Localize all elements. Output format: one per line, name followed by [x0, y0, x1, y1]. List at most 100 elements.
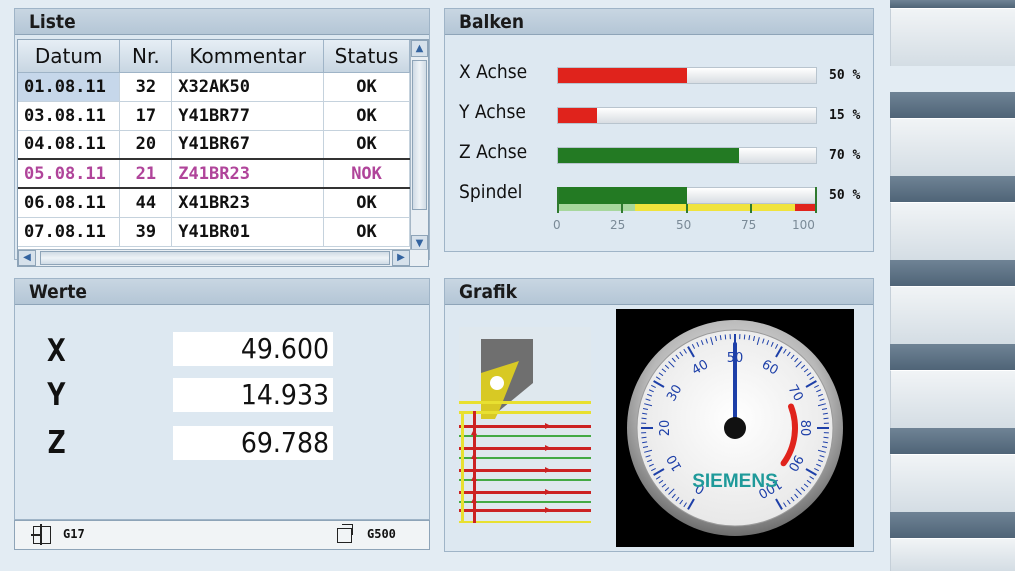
cell-status: OK	[323, 72, 410, 102]
softkey-5[interactable]	[890, 370, 1015, 428]
column-header-datum[interactable]: Datum	[18, 40, 121, 73]
cell-datum: 05.08.11	[18, 158, 121, 189]
cell-nr: 39	[119, 217, 173, 247]
scroll-up-icon[interactable]: ▲	[411, 40, 428, 57]
balken-panel: Balken X Achse 50 % Y Achse 15 % Z Achse…	[444, 8, 874, 252]
cell-status: OK	[323, 101, 410, 131]
bar-label-spindel: Spindel	[459, 181, 523, 203]
softkey-6[interactable]	[890, 454, 1015, 512]
softkey-separator	[890, 176, 1015, 202]
vertical-scroll-thumb[interactable]	[412, 60, 427, 210]
table-row[interactable]: 03.08.11 17 Y41BR77 OK	[18, 101, 410, 131]
plane-selection-icon	[31, 524, 51, 545]
spindel-tick	[557, 187, 559, 213]
gauge-tick	[724, 334, 727, 340]
table-row[interactable]: 01.08.11 32 X32AK50 OK	[18, 72, 410, 102]
bar-track-z-achse	[557, 147, 817, 164]
axis-label-x: X	[47, 333, 66, 369]
gauge-display: 0102030405060708090100 SIEMENS	[616, 309, 854, 547]
bar-track-x-achse	[557, 67, 817, 84]
gauge-tick	[743, 334, 746, 340]
column-header-nr[interactable]: Nr.	[119, 40, 173, 73]
softkey-1[interactable]	[890, 8, 1015, 66]
scroll-left-icon[interactable]: ◀	[18, 250, 36, 266]
werte-title: Werte	[15, 279, 429, 305]
softkey-separator	[890, 512, 1015, 538]
bar-label-x-achse: X Achse	[459, 61, 528, 83]
cell-kommentar: X41BR23	[171, 188, 325, 218]
spindel-tick	[621, 204, 623, 213]
bar-fill-spindel	[557, 187, 687, 204]
gauge-tick	[823, 436, 829, 439]
werte-panel: Werte X 49.600 Y 14.933 Z 69.788	[14, 278, 430, 520]
bar-percent-z-achse: 70 %	[829, 148, 861, 163]
spindel-tick	[750, 204, 752, 213]
balken-title: Balken	[445, 9, 873, 35]
liste-title: Liste	[15, 9, 429, 35]
grafik-panel: Grafik 0 10 20 30 40 60 70 80 90 100 SIE…	[444, 278, 874, 552]
bar-label-y-achse: Y Achse	[459, 101, 526, 123]
gauge-brand-label: SIEMENS	[692, 471, 778, 492]
status-bar: G17 G500	[14, 520, 430, 550]
axis-label-y: Y	[47, 377, 66, 413]
cell-status: OK	[323, 217, 410, 247]
zero-offset-icon	[337, 524, 353, 543]
cell-nr: 44	[119, 188, 173, 218]
bar-fill-z-achse	[558, 148, 739, 163]
scale-label: 0	[553, 218, 561, 232]
value-field-y: 14.933	[173, 378, 333, 412]
cell-kommentar: Y41BR77	[171, 101, 325, 131]
table-row[interactable]: 06.08.11 44 X41BR23 OK	[18, 188, 410, 218]
scale-label: 75	[741, 218, 757, 232]
spindel-zone-green	[557, 204, 635, 211]
horizontal-scrollbar[interactable]: ◀ ▶	[18, 249, 428, 266]
softkey-2[interactable]	[890, 118, 1015, 176]
value-field-x: 49.600	[173, 332, 333, 366]
scale-label: 50	[676, 218, 692, 232]
cell-datum: 07.08.11	[18, 217, 121, 247]
cell-nr: 32	[119, 72, 173, 102]
axis-label-z: Z	[47, 425, 66, 461]
cell-datum: 01.08.11	[18, 72, 121, 102]
gauge-tick	[641, 417, 647, 420]
vertical-scrollbar[interactable]: ▲ ▼	[410, 40, 428, 252]
table-row[interactable]: 04.08.11 20 Y41BR67 OK	[18, 130, 410, 160]
column-header-status[interactable]: Status	[323, 40, 410, 73]
bar-fill-y-achse	[558, 108, 597, 123]
gauge-tick	[823, 417, 829, 420]
gauge-hub	[724, 417, 746, 439]
softkey-3[interactable]	[890, 202, 1015, 260]
softkey-separator	[890, 92, 1015, 118]
gauge-tick-label: 80	[797, 420, 812, 437]
scale-label: 25	[610, 218, 626, 232]
bar-fill-x-achse	[558, 68, 687, 83]
softkey-separator	[890, 428, 1015, 454]
spindel-zone-yellow	[635, 204, 795, 211]
softkey-4[interactable]	[890, 286, 1015, 344]
bar-track-spindel	[557, 187, 817, 213]
liste-table-container: Datum Nr. Kommentar Status 01.08.11 32 X…	[17, 39, 429, 267]
bar-percent-spindel: 50 %	[829, 188, 861, 203]
scroll-right-icon[interactable]: ▶	[392, 250, 410, 266]
softkey-separator	[890, 0, 1015, 8]
softkey-separator	[890, 344, 1015, 370]
bar-percent-y-achse: 15 %	[829, 108, 861, 123]
bar-track-y-achse	[557, 107, 817, 124]
cell-nr: 21	[119, 158, 173, 189]
softkey-7[interactable]	[890, 538, 1015, 571]
table-row-nok[interactable]: 05.08.11 21 Z41BR23 NOK	[18, 158, 410, 189]
spindel-zone-red	[795, 204, 815, 211]
horizontal-scroll-thumb[interactable]	[40, 251, 390, 265]
speed-gauge: 0102030405060708090100 SIEMENS	[627, 320, 843, 536]
bar-percent-x-achse: 50 %	[829, 68, 861, 83]
liste-panel: Liste Datum Nr. Kommentar Status 01.08.1…	[14, 8, 430, 267]
softkey-separator	[890, 260, 1015, 286]
cell-kommentar: X32AK50	[171, 72, 325, 102]
cell-status: OK	[323, 130, 410, 160]
cell-kommentar: Y41BR01	[171, 217, 325, 247]
table-row[interactable]: 07.08.11 39 Y41BR01 OK	[18, 217, 410, 247]
spindel-tick	[815, 187, 817, 213]
column-header-kommentar[interactable]: Kommentar	[171, 40, 325, 73]
gauge-tick	[641, 436, 647, 439]
cell-datum: 06.08.11	[18, 188, 121, 218]
